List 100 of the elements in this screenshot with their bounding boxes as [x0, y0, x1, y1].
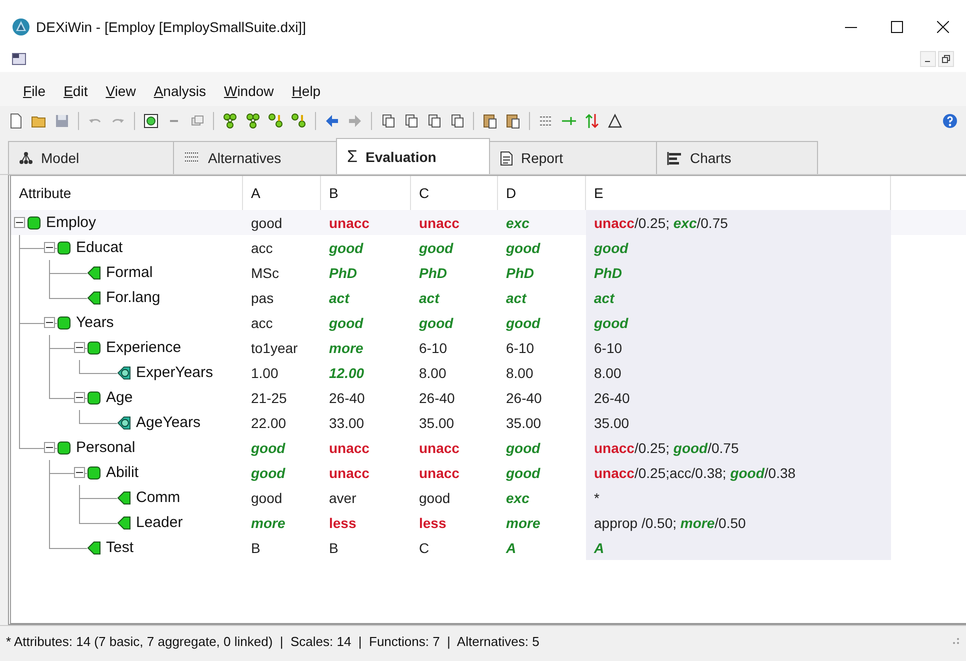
tab[interactable]: Model — [8, 141, 174, 174]
table-cell-text: unacc — [418, 438, 460, 458]
bar-chart-icon — [667, 152, 682, 164]
attribute-name[interactable]: ExperYears — [136, 364, 213, 381]
collapse-toggle[interactable] — [74, 467, 85, 478]
table-cell-text: 35.00 — [505, 414, 542, 432]
table-cell-text: acc — [250, 238, 274, 258]
table-cell: good — [586, 310, 891, 335]
tree-node-icon[interactable] — [291, 113, 307, 129]
table-cell-text: 6-10 — [505, 338, 536, 358]
table-cell-text: B — [250, 538, 262, 558]
table-cell: 26-40 — [586, 385, 891, 410]
menu-item[interactable]: File — [14, 81, 55, 101]
close-icon[interactable] — [937, 21, 949, 33]
square-node-icon — [87, 466, 101, 480]
pages-icon[interactable] — [403, 113, 419, 129]
table-cell: 8.00 — [586, 360, 891, 385]
menu-item[interactable]: Edit — [54, 81, 97, 101]
tree-node-icon[interactable] — [245, 113, 261, 129]
table-cell-text: PhD — [505, 264, 535, 282]
table-cell-text: good — [250, 438, 286, 458]
table-cell-text: good — [328, 314, 364, 333]
tag-icon — [117, 516, 131, 530]
menu-item[interactable]: Window — [214, 81, 283, 101]
menu-item[interactable]: Analysis — [144, 81, 215, 101]
table-cell-text: 8.00 — [505, 364, 534, 382]
collapse-toggle[interactable] — [44, 317, 55, 328]
table-cell-text: less — [328, 514, 358, 532]
table-cell-text: 33.00 — [328, 414, 366, 432]
pages-icon[interactable] — [380, 113, 396, 129]
attribute-name[interactable]: Educat — [76, 239, 123, 256]
restore-button[interactable] — [938, 51, 954, 67]
clipboard-icon[interactable] — [505, 113, 521, 129]
table-cell-text: unacc — [328, 464, 370, 482]
maximize-icon[interactable] — [891, 21, 903, 33]
collapse-toggle[interactable] — [44, 442, 55, 453]
attribute-name[interactable]: AgeYears — [136, 414, 200, 431]
table-cell-text: good — [250, 214, 284, 233]
collapse-toggle[interactable] — [44, 242, 55, 253]
table-cell: 35.00 — [586, 410, 891, 435]
table-cell: unacc/0.25; exc/0.75 — [586, 210, 891, 235]
resize-grip-icon[interactable] — [952, 637, 960, 645]
table-cell-text: unacc — [418, 464, 460, 482]
up-down-arrows-icon[interactable] — [584, 113, 600, 129]
collapse-toggle[interactable] — [74, 392, 85, 403]
table-cell: 6-10 — [586, 335, 891, 360]
attribute-name[interactable]: Experience — [106, 339, 182, 356]
node-icon[interactable] — [143, 113, 159, 129]
tab[interactable]: Charts — [656, 141, 818, 174]
table-cell: * — [586, 485, 891, 510]
attribute-name[interactable]: Age — [106, 389, 133, 406]
attribute-name[interactable]: Abilit — [106, 464, 139, 481]
collapse-toggle[interactable] — [14, 217, 25, 228]
attribute-name[interactable]: Comm — [136, 489, 180, 506]
table-cell-text: unacc — [418, 214, 460, 232]
table-cell-text: good — [418, 238, 454, 258]
square-node-icon — [27, 216, 41, 230]
table-cell-text: more — [250, 514, 286, 532]
new-file-icon[interactable] — [8, 113, 24, 129]
attribute-name[interactable]: Leader — [136, 514, 183, 531]
pages-icon[interactable] — [426, 113, 442, 129]
table-cell-text: 22.00 — [250, 414, 288, 432]
tag-icon — [87, 266, 101, 280]
table-cell-text: unacc — [328, 438, 370, 458]
attribute-name[interactable]: Formal — [106, 264, 153, 281]
attribute-name[interactable]: Years — [76, 314, 114, 331]
attribute-name[interactable]: Employ — [46, 214, 96, 231]
attribute-name[interactable]: Personal — [76, 439, 136, 456]
table-cell-text: to1year — [250, 338, 299, 358]
table-cell: A — [586, 535, 891, 560]
attribute-name[interactable]: For.lang — [106, 289, 160, 306]
menu-item[interactable]: View — [96, 81, 145, 101]
tree-node-icon[interactable] — [222, 113, 238, 129]
menu-item[interactable]: Help — [282, 81, 330, 101]
table-cell: act — [586, 285, 891, 310]
table-cell-text: 1.00 — [250, 364, 280, 382]
table-cell-text: less — [418, 514, 448, 532]
triangle-icon[interactable] — [607, 113, 623, 129]
pages-icon[interactable] — [449, 113, 465, 129]
tab[interactable]: Report — [489, 141, 657, 174]
document-icon — [500, 150, 513, 166]
table-cell-text: 8.00 — [418, 364, 448, 382]
table-cell-text: 26-40 — [505, 388, 543, 408]
tab[interactable]: Alternatives — [173, 141, 337, 174]
clipboard-icon[interactable] — [482, 113, 498, 129]
attribute-name[interactable]: Test — [106, 539, 134, 556]
tab[interactable]: Σ Evaluation — [336, 138, 490, 174]
table-cell-text: B — [328, 538, 340, 558]
table-cell-text: PhD — [328, 264, 358, 282]
table-cell-text: pas — [250, 288, 275, 308]
help-icon[interactable] — [942, 113, 958, 129]
table-cell-text: exc — [505, 488, 530, 508]
square-node-icon — [87, 390, 101, 404]
collapse-toggle[interactable] — [74, 342, 85, 353]
square-node-icon — [57, 316, 71, 330]
tree-node-icon[interactable] — [268, 113, 284, 129]
left-arrow-icon[interactable] — [324, 113, 340, 129]
table-cell: PhD — [586, 260, 891, 285]
table-cell-text: A — [504, 538, 518, 558]
document-window-icon[interactable] — [12, 53, 26, 65]
